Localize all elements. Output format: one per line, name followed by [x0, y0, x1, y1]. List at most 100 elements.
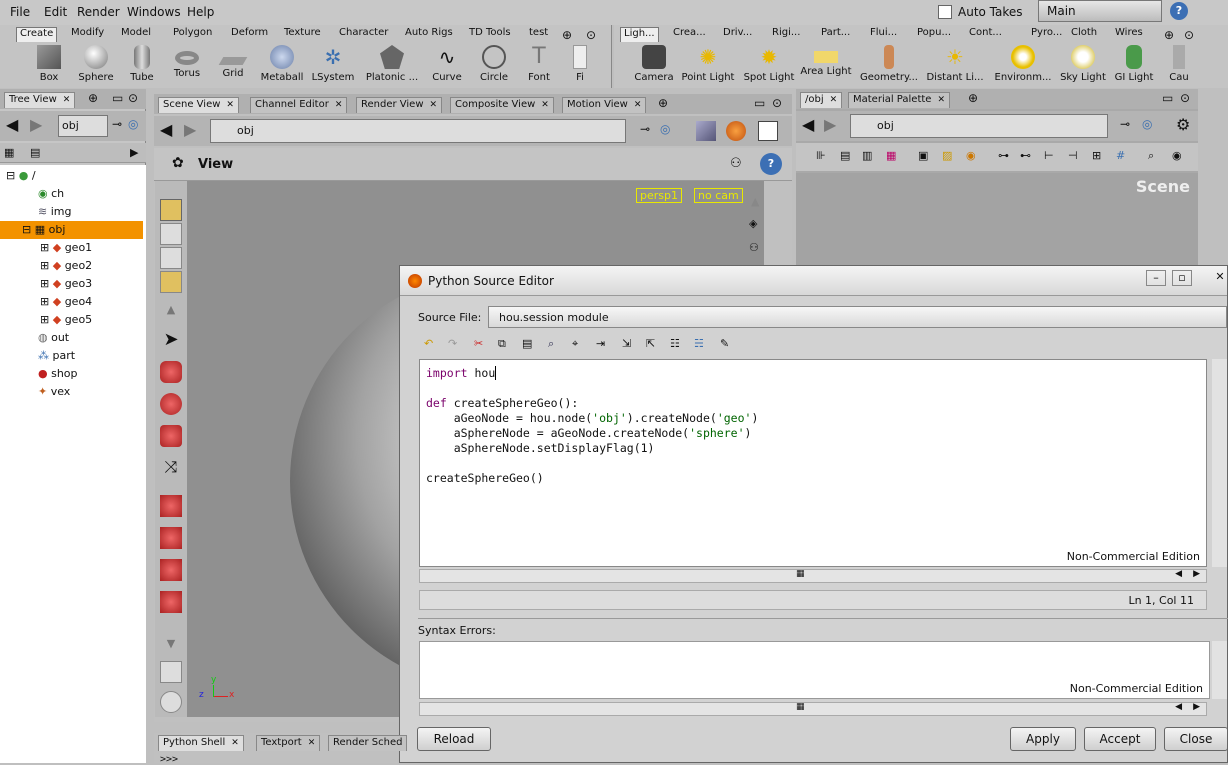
tool-spot-light[interactable]: ✹ Spot Light — [742, 43, 796, 87]
tree-item-geo3[interactable]: ⊞ ◆ geo3 — [40, 275, 92, 293]
shelf-tab-pyro[interactable]: Pyro... — [1028, 27, 1065, 42]
pose-mode-icon[interactable] — [160, 247, 182, 269]
shelf-tab-wires[interactable]: Wires — [1112, 27, 1146, 42]
pane-menu-icon[interactable]: ⊙ — [772, 96, 782, 110]
tree-item-ch[interactable]: ◉ ch — [38, 185, 64, 203]
layout-tree-icon[interactable]: ⊣ — [1068, 149, 1078, 162]
tool-sky-light[interactable]: Sky Light — [1058, 43, 1108, 87]
view-mode-icon[interactable] — [160, 271, 182, 293]
shelf-tab-drive[interactable]: Driv... — [720, 27, 755, 42]
shelf-tab-auto-rigs[interactable]: Auto Rigs — [402, 27, 456, 42]
source-file-select[interactable]: hou.session module — [488, 306, 1227, 328]
menu-file[interactable]: File — [10, 5, 30, 19]
minimize-icon[interactable]: – — [1146, 270, 1166, 286]
tool-area-light[interactable]: Area Light — [800, 43, 852, 87]
link-icon[interactable]: ◎ — [128, 117, 138, 131]
maximize-icon[interactable]: ▭ — [1162, 91, 1173, 105]
collapse-icon[interactable]: ⊟ — [22, 223, 31, 236]
network-box-icon[interactable]: ▣ — [918, 149, 928, 162]
select-mode-icon[interactable] — [160, 199, 182, 221]
collapse-icon[interactable]: ⊟ — [6, 169, 15, 182]
shelf-tab-lights[interactable]: Ligh... — [620, 27, 659, 42]
pane-menu-icon[interactable]: ⊙ — [1180, 91, 1190, 105]
camera-view-icon[interactable]: ⚇ — [749, 241, 759, 254]
back-icon[interactable]: ◀ — [802, 115, 814, 134]
tree-layout-icon[interactable]: ⊪ — [816, 149, 826, 162]
tree-item-geo5[interactable]: ⊞ ◆ geo5 — [40, 311, 92, 329]
expand-icon[interactable]: ⊞ — [40, 241, 49, 254]
tree-item-out[interactable]: ◍ out — [38, 329, 69, 347]
layout-icon[interactable]: ⊢ — [1044, 149, 1054, 162]
uncomment-icon[interactable]: ☵ — [694, 337, 704, 350]
cut-icon[interactable]: ✂ — [474, 337, 483, 350]
forward-icon[interactable]: ▶ — [824, 115, 836, 134]
tool-environment-light[interactable]: Environm... — [994, 43, 1052, 87]
add-tab-icon[interactable]: ⊕ — [658, 96, 668, 110]
tool-box[interactable]: Box — [33, 43, 65, 87]
close-icon[interactable]: ✕ — [541, 100, 549, 110]
find-icon[interactable]: ⌕ — [548, 337, 554, 351]
close-icon[interactable]: ✕ — [226, 100, 234, 110]
tree-options-icon[interactable]: ▦ — [4, 146, 14, 159]
tool-torus[interactable]: Torus — [172, 43, 202, 87]
back-icon[interactable]: ◀ — [6, 115, 18, 134]
tab-scene-view[interactable]: Scene View ✕ — [158, 97, 239, 113]
filter-icon[interactable]: ▤ — [30, 146, 40, 159]
shelf-tab-model[interactable]: Model — [118, 27, 154, 42]
align-vertical-icon[interactable]: ⊶ — [998, 149, 1009, 162]
tab-textport[interactable]: Textport ✕ — [256, 735, 321, 751]
scroll-down-icon[interactable]: ▼ — [160, 637, 182, 659]
tab-motion-view[interactable]: Motion View ✕ — [562, 97, 647, 113]
forward-icon[interactable]: ▶ — [184, 120, 196, 139]
tool-platonic[interactable]: Platonic ... — [363, 43, 421, 87]
shelf-tab-create[interactable]: Crea... — [670, 27, 709, 42]
auto-takes-checkbox[interactable] — [938, 5, 952, 19]
tab-tree-view[interactable]: Tree View ✕ — [4, 92, 76, 108]
pin-icon[interactable]: ⊸ — [112, 117, 122, 131]
shelf-tab-particles[interactable]: Part... — [818, 27, 853, 42]
shelf-tab-td-tools[interactable]: TD Tools — [466, 27, 514, 42]
path-field[interactable]: obj — [210, 119, 626, 143]
paste-icon[interactable]: ▤ — [522, 337, 532, 350]
comment-icon[interactable]: ☷ — [670, 337, 680, 350]
tab-python-shell[interactable]: Python Shell ✕ — [158, 735, 244, 751]
handle-mode-icon[interactable] — [160, 223, 182, 245]
peak-tool-icon[interactable] — [160, 591, 182, 613]
menu-edit[interactable]: Edit — [44, 5, 67, 19]
tree-item-root[interactable]: ⊟ ● / — [6, 167, 36, 185]
menu-render[interactable]: Render — [77, 5, 120, 19]
reload-button[interactable]: Reload — [417, 727, 491, 751]
tool-grid[interactable]: Grid — [218, 43, 248, 87]
shelf-tab-texture[interactable]: Texture — [281, 27, 324, 42]
close-icon[interactable]: ✕ — [634, 100, 642, 110]
close-icon[interactable]: ✕ — [335, 100, 343, 110]
undo-icon[interactable]: ↶ — [424, 337, 433, 350]
forward-icon[interactable]: ▶ — [30, 115, 42, 134]
tab-channel-editor[interactable]: Channel Editor ✕ — [250, 97, 348, 113]
layout-grid-icon[interactable]: ⊞ — [1092, 149, 1101, 162]
sticky-note-icon[interactable]: ▨ — [942, 149, 952, 162]
shelf-tab-character[interactable]: Character — [336, 27, 391, 42]
tool-lsystem[interactable]: ✲ LSystem — [311, 43, 355, 87]
background-icon[interactable] — [758, 121, 778, 141]
maximize-icon[interactable]: ▫ — [1172, 270, 1192, 286]
pin-icon[interactable]: ⊸ — [640, 122, 650, 136]
shelf-tab-test[interactable]: test — [526, 27, 551, 42]
tree-item-geo2[interactable]: ⊞ ◆ geo2 — [40, 257, 92, 275]
tool-circle[interactable]: Circle — [478, 43, 510, 87]
vertical-scrollbar[interactable] — [1212, 359, 1227, 567]
splitter[interactable] — [418, 618, 1228, 621]
scroll-right-icon[interactable]: ▶ — [1193, 569, 1200, 579]
link-icon[interactable]: ◎ — [1142, 117, 1152, 131]
redo-icon[interactable]: ↷ — [448, 337, 457, 350]
unindent-icon[interactable]: ⇱ — [646, 337, 655, 350]
network-area[interactable]: Scene — [796, 173, 1198, 269]
scale-tool-icon[interactable] — [160, 425, 182, 447]
path-field[interactable]: obj — [58, 115, 108, 137]
snap-icon[interactable]: ⚇ — [730, 156, 742, 171]
tool-file[interactable]: Fi — [570, 43, 590, 87]
copy-icon[interactable]: ⧉ — [498, 337, 506, 351]
add-shelf-icon[interactable]: ⊕ — [562, 28, 572, 42]
grid-display-icon[interactable]: ◈ — [749, 217, 757, 230]
desktop-select[interactable]: Main — [1038, 0, 1162, 22]
